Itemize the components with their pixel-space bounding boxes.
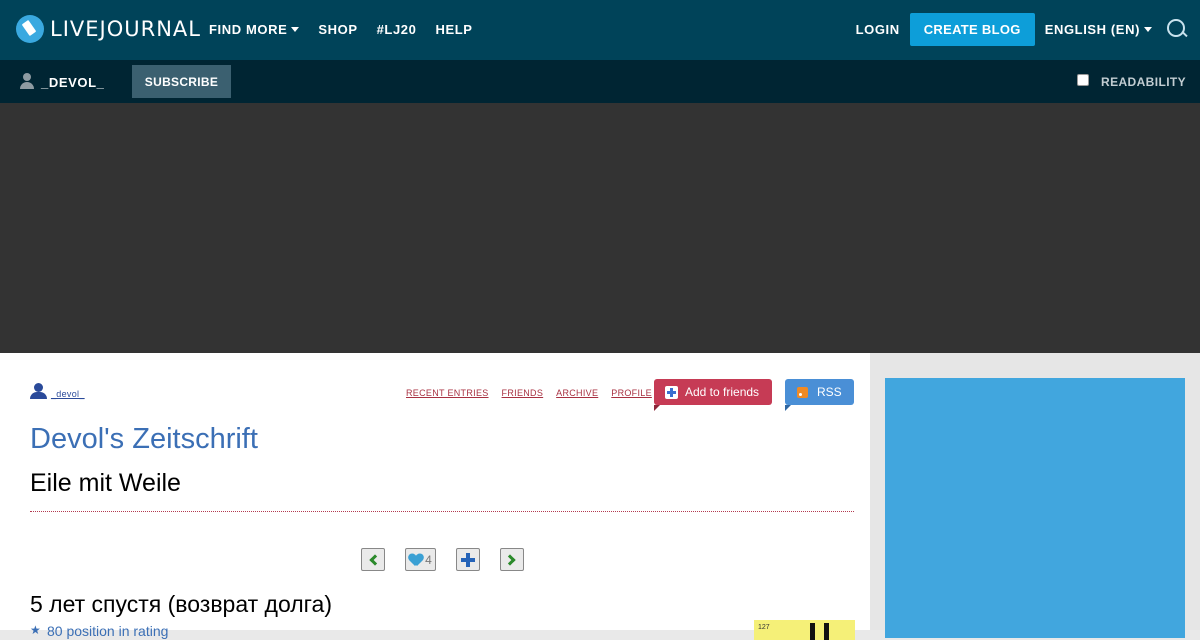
search-icon[interactable] — [1166, 18, 1188, 41]
subscribe-button[interactable]: SUBSCRIBE — [132, 65, 231, 98]
archive-link[interactable]: ARCHIVE — [556, 388, 598, 398]
nav-help[interactable]: HELP — [435, 22, 472, 37]
nav-find-more[interactable]: FIND MORE — [209, 22, 300, 37]
language-label: ENGLISH (EN) — [1044, 22, 1140, 37]
header-banner — [0, 103, 1200, 353]
add-to-friends-button[interactable]: Add to friends — [654, 379, 772, 411]
friends-link[interactable]: FRIENDS — [502, 388, 544, 398]
nav-lj20[interactable]: #LJ20 — [377, 22, 417, 37]
chevron-down-icon — [1144, 27, 1152, 32]
language-selector[interactable]: ENGLISH (EN) — [1045, 22, 1152, 37]
blog-subtitle: Eile mit Weile — [30, 469, 181, 497]
heart-icon — [409, 554, 423, 566]
nav-shop[interactable]: SHOP — [318, 22, 357, 37]
rss-icon — [797, 386, 808, 398]
readability-checkbox[interactable] — [1077, 74, 1089, 86]
nav-find-more-label: FIND MORE — [209, 22, 288, 37]
rss-label: RSS — [817, 385, 842, 399]
livejournal-pen-icon — [16, 15, 44, 43]
header-divider — [30, 511, 854, 512]
chevron-left-icon — [369, 553, 381, 566]
user-icon — [20, 73, 34, 89]
journal-links: RECENT ENTRIES FRIENDS ARCHIVE PROFILE — [406, 388, 652, 398]
chevron-down-icon — [291, 27, 300, 32]
account-nav: LOGIN CREATE BLOG ENGLISH (EN) — [856, 13, 1188, 46]
top-navigation-bar: LIVEJOURNAL FIND MORE SHOP #LJ20 HELP LO… — [0, 0, 1200, 60]
like-count: 4 — [425, 552, 432, 567]
post-badge: 127 — [754, 620, 855, 640]
readability-label[interactable]: READABILITY — [1101, 75, 1186, 89]
badge-graphic — [810, 623, 834, 640]
journal-main-column: _devol_ RECENT ENTRIES FRIENDS ARCHIVE P… — [0, 353, 870, 640]
logo-text: LIVEJOURNAL — [50, 17, 201, 41]
add-to-friends-label: Add to friends — [685, 385, 760, 399]
blog-title[interactable]: Devol's Zeitschrift — [30, 423, 258, 456]
livejournal-logo[interactable]: LIVEJOURNAL — [16, 15, 201, 43]
user-icon — [30, 383, 47, 399]
post-title[interactable]: 5 лет спустя (возврат долга) — [30, 591, 332, 618]
journal-username[interactable]: _DEVOL_ — [41, 75, 104, 90]
sidebar — [870, 353, 1200, 638]
main-nav: FIND MORE SHOP #LJ20 HELP — [209, 22, 473, 37]
profile-link[interactable]: PROFILE — [611, 388, 652, 398]
create-blog-button[interactable]: CREATE BLOG — [909, 13, 1035, 46]
add-to-memories-button[interactable] — [456, 548, 480, 571]
blog-username-link[interactable]: _devol_ — [51, 389, 85, 399]
star-icon: ★ — [30, 623, 41, 637]
recent-entries-link[interactable]: RECENT ENTRIES — [406, 388, 489, 398]
rss-button[interactable]: RSS — [785, 379, 854, 411]
journal-toolbar: _DEVOL_ SUBSCRIBE — [0, 60, 1200, 103]
like-button[interactable]: 4 — [405, 548, 436, 571]
login-link[interactable]: LOGIN — [856, 22, 900, 37]
plus-icon — [461, 552, 475, 567]
plus-icon — [665, 385, 678, 399]
next-entry-button[interactable] — [500, 548, 524, 571]
sidebar-ad-block[interactable] — [885, 378, 1185, 638]
previous-entry-button[interactable] — [361, 548, 385, 571]
rating-link[interactable]: 80 position in rating — [47, 623, 168, 639]
chevron-right-icon — [504, 553, 516, 566]
